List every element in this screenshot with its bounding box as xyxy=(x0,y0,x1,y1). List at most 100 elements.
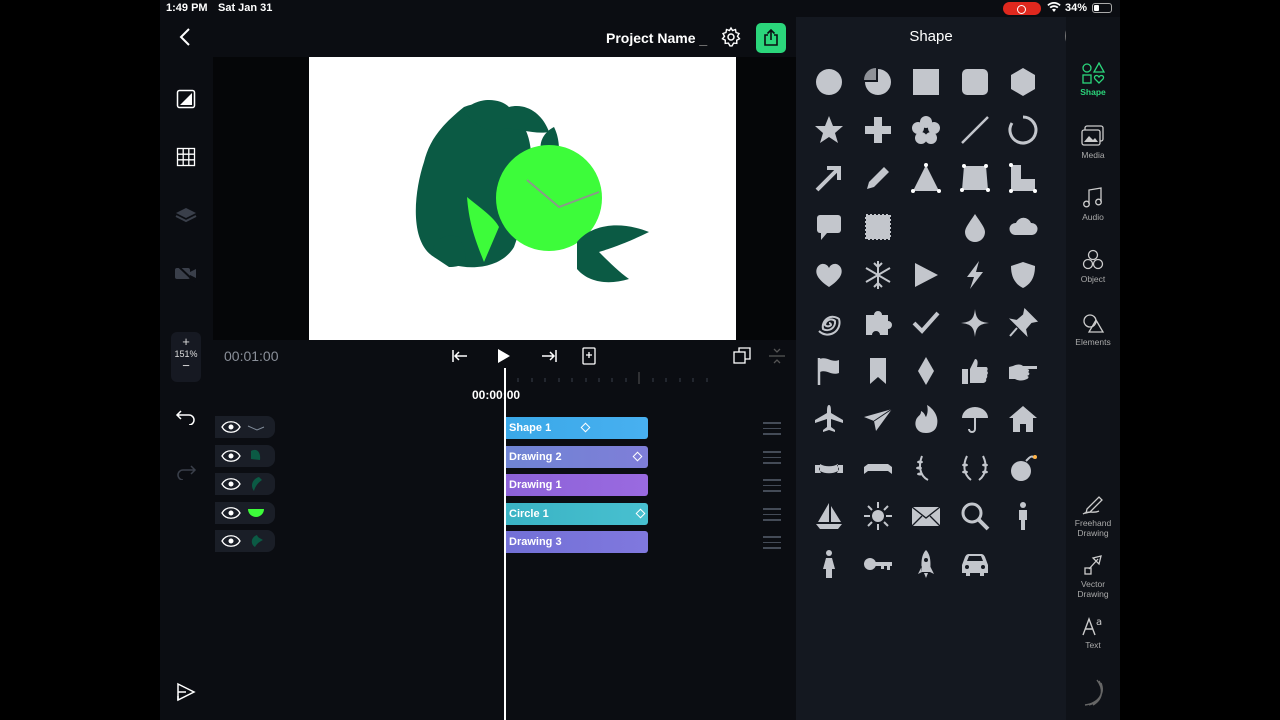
keyframe-diamond-icon[interactable] xyxy=(580,422,591,433)
shape-rounded-square-button[interactable] xyxy=(955,62,995,102)
render-button[interactable] xyxy=(171,677,201,707)
shape-circle-button[interactable] xyxy=(809,62,849,102)
layer-clip-shape-1[interactable]: Shape 1 xyxy=(505,417,648,439)
shape-pushpin-button[interactable] xyxy=(1003,303,1043,343)
shape-sun-button[interactable] xyxy=(858,496,898,536)
shape-ribbon-button[interactable] xyxy=(809,448,849,488)
shape-diamond-button[interactable] xyxy=(906,351,946,391)
zoom-in-button[interactable]: + xyxy=(171,334,201,349)
reorder-handle-icon[interactable] xyxy=(763,451,781,465)
shape-sparkle-button[interactable] xyxy=(955,303,995,343)
shape-flower-button[interactable] xyxy=(906,110,946,150)
shape-airplane-button[interactable] xyxy=(809,399,849,439)
shape-bomb-button[interactable] xyxy=(1003,448,1043,488)
shape-paper-plane-button[interactable] xyxy=(858,399,898,439)
shape-flag-button[interactable] xyxy=(809,351,849,391)
canvas[interactable] xyxy=(309,57,736,340)
shape-bookmark-button[interactable] xyxy=(858,351,898,391)
shape-envelope-button[interactable] xyxy=(906,496,946,536)
shape-shield-button[interactable] xyxy=(1003,255,1043,295)
category-media[interactable]: Media xyxy=(1066,125,1120,160)
shape-magnifier-button[interactable] xyxy=(955,496,995,536)
aspect-ratio-button[interactable] xyxy=(171,84,201,114)
playhead[interactable] xyxy=(504,368,506,720)
shape-woman-button[interactable] xyxy=(809,544,849,584)
shape-plus-button[interactable] xyxy=(858,110,898,150)
reorder-handle-icon[interactable] xyxy=(763,479,781,493)
shape-play-triangle-button[interactable] xyxy=(906,255,946,295)
shape-heart-button[interactable] xyxy=(809,255,849,295)
keyframe-diamond-icon[interactable] xyxy=(632,451,643,462)
shape-trapezoid-button[interactable] xyxy=(955,158,995,198)
play-button[interactable] xyxy=(494,346,514,366)
layer-clip-drawing-2[interactable]: Drawing 2 xyxy=(505,446,648,468)
shape-flame-button[interactable] xyxy=(906,399,946,439)
category-freehand-drawing[interactable]: Freehand Drawing xyxy=(1066,495,1120,538)
shape-laurel-left-button[interactable] xyxy=(906,448,946,488)
shape-pie-button[interactable] xyxy=(858,62,898,102)
shape-crescent-button[interactable] xyxy=(906,207,946,247)
redo-button[interactable] xyxy=(171,457,201,487)
grid-button[interactable] xyxy=(171,142,201,172)
category-audio[interactable]: Audio xyxy=(1066,187,1120,222)
zoom-control[interactable]: + 151% − xyxy=(171,332,201,382)
loop-button[interactable] xyxy=(732,346,752,366)
shape-l-shape-button[interactable] xyxy=(1003,158,1043,198)
shape-hexagon-button[interactable] xyxy=(1003,62,1043,102)
back-button[interactable] xyxy=(171,22,201,52)
skip-to-start-button[interactable] xyxy=(450,346,470,366)
layers-button[interactable] xyxy=(171,200,201,230)
shape-triangle-button[interactable] xyxy=(906,158,946,198)
skip-to-end-button[interactable] xyxy=(539,346,559,366)
shape-sailboat-button[interactable] xyxy=(809,496,849,536)
eye-icon[interactable] xyxy=(221,534,241,548)
shape-arrow-button[interactable] xyxy=(809,158,849,198)
shape-star-button[interactable] xyxy=(809,110,849,150)
shape-car-button[interactable] xyxy=(955,544,995,584)
layer-clip-circle-1[interactable]: Circle 1 xyxy=(505,503,648,525)
shape-banner-button[interactable] xyxy=(858,448,898,488)
settings-button[interactable] xyxy=(720,26,742,53)
project-name[interactable]: Project Name _ xyxy=(606,30,707,46)
export-button[interactable] xyxy=(756,23,786,53)
collapse-timeline-button[interactable] xyxy=(767,346,787,366)
shape-cloud-button[interactable] xyxy=(1003,207,1043,247)
layer-clip-drawing-3[interactable]: Drawing 3 xyxy=(505,531,648,553)
reorder-handle-icon[interactable] xyxy=(763,422,781,436)
shape-spiral-button[interactable] xyxy=(809,303,849,343)
shape-check-button[interactable] xyxy=(906,303,946,343)
eye-icon[interactable] xyxy=(221,420,241,434)
shape-puzzle-button[interactable] xyxy=(858,303,898,343)
undo-button[interactable] xyxy=(171,402,201,432)
reorder-handle-icon[interactable] xyxy=(763,508,781,522)
shape-house-button[interactable] xyxy=(1003,399,1043,439)
shape-rocket-button[interactable] xyxy=(906,544,946,584)
category-vector-drawing[interactable]: Vector Drawing xyxy=(1066,554,1120,599)
zoom-out-button[interactable]: − xyxy=(171,358,201,373)
keyframe-diamond-icon[interactable] xyxy=(635,508,646,519)
shape-umbrella-button[interactable] xyxy=(955,399,995,439)
shape-square-button[interactable] xyxy=(906,62,946,102)
shape-lightning-button[interactable] xyxy=(955,255,995,295)
eye-icon[interactable] xyxy=(221,506,241,520)
reorder-handle-icon[interactable] xyxy=(763,536,781,550)
shape-man-button[interactable] xyxy=(1003,496,1043,536)
camera-off-button[interactable] xyxy=(171,258,201,288)
shape-speech-bubble-button[interactable] xyxy=(809,207,849,247)
shape-thumbs-up-button[interactable] xyxy=(955,351,995,391)
shape-stamp-button[interactable] xyxy=(858,207,898,247)
shape-pencil-button[interactable] xyxy=(858,158,898,198)
category-shape[interactable]: Shape xyxy=(1066,62,1120,97)
eye-icon[interactable] xyxy=(221,449,241,463)
category-elements[interactable]: Elements xyxy=(1066,312,1120,347)
shape-drop-button[interactable] xyxy=(955,207,995,247)
shape-snowflake-button[interactable] xyxy=(858,255,898,295)
shape-arc-button[interactable] xyxy=(1003,110,1043,150)
eye-icon[interactable] xyxy=(221,477,241,491)
category-text[interactable]: a Text xyxy=(1066,615,1120,650)
shape-line-button[interactable] xyxy=(955,110,995,150)
layer-clip-drawing-1[interactable]: Drawing 1 xyxy=(505,474,648,496)
add-bookmark-button[interactable] xyxy=(579,346,599,366)
category-object[interactable]: Object xyxy=(1066,249,1120,284)
shape-laurel-button[interactable] xyxy=(955,448,995,488)
